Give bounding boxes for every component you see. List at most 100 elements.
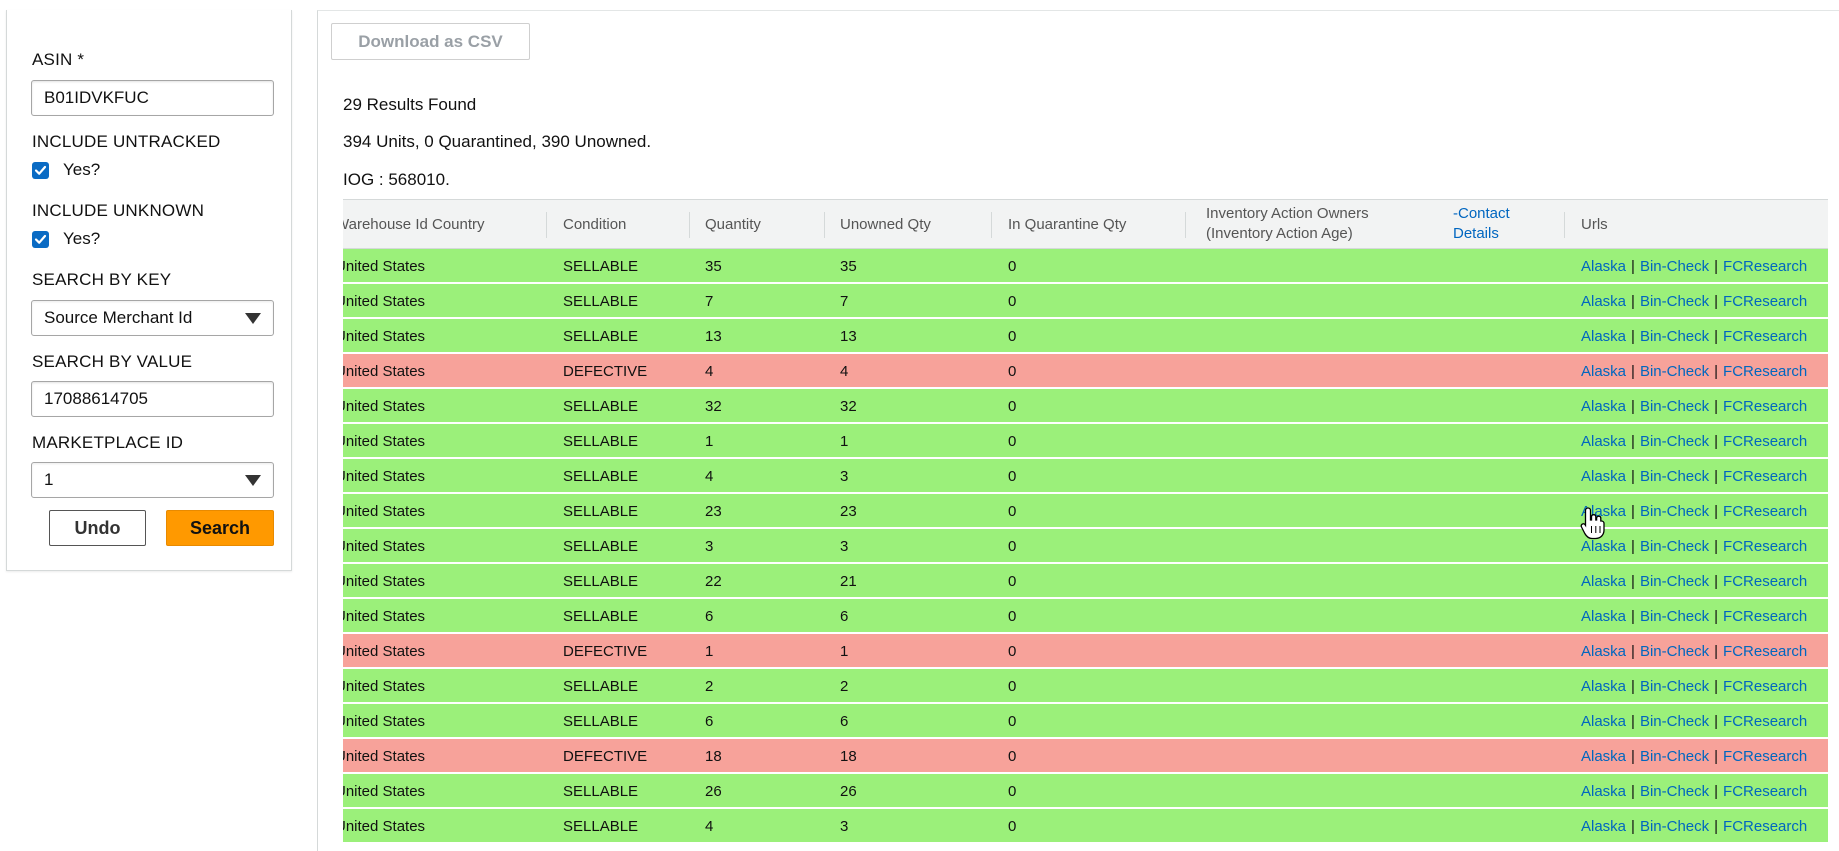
cell-unowned: 3: [840, 817, 849, 835]
alaska-link[interactable]: Alaska: [1581, 398, 1626, 415]
fcresearch-link[interactable]: FCResearch: [1723, 643, 1807, 660]
link-separator: |: [1714, 432, 1719, 450]
alaska-link[interactable]: Alaska: [1581, 363, 1626, 380]
link-separator: |: [1714, 537, 1719, 555]
include-untracked-checkbox[interactable]: [32, 161, 49, 179]
alaska-link[interactable]: Alaska: [1581, 783, 1626, 800]
fcresearch-link[interactable]: FCResearch: [1723, 748, 1807, 765]
alaska-link[interactable]: Alaska: [1581, 538, 1626, 555]
fcresearch-link[interactable]: FCResearch: [1723, 573, 1807, 590]
fcresearch-link[interactable]: FCResearch: [1723, 433, 1807, 450]
fcresearch-link[interactable]: FCResearch: [1723, 818, 1807, 835]
download-csv-button[interactable]: Download as CSV: [331, 23, 530, 60]
bin-check-link[interactable]: Bin-Check: [1640, 748, 1709, 765]
alaska-link[interactable]: Alaska: [1581, 468, 1626, 485]
asin-input[interactable]: [31, 80, 274, 116]
fcresearch-link[interactable]: FCResearch: [1723, 468, 1807, 485]
cell-urls: Alaska | Bin-Check | FCResearch: [1581, 354, 1807, 388]
fcresearch-link[interactable]: FCResearch: [1723, 258, 1807, 275]
alaska-link[interactable]: Alaska: [1581, 748, 1626, 765]
alaska-link[interactable]: Alaska: [1581, 328, 1626, 345]
alaska-link[interactable]: Alaska: [1581, 608, 1626, 625]
undo-button[interactable]: Undo: [49, 510, 146, 546]
cell-quarantine: 0: [1008, 292, 1017, 310]
link-separator: |: [1631, 467, 1635, 485]
search-by-value-input[interactable]: [31, 381, 274, 417]
units-summary-text: 394 Units, 0 Quarantined, 390 Unowned.: [343, 132, 652, 151]
cell-quarantine: 0: [1008, 362, 1017, 380]
alaska-link[interactable]: Alaska: [1581, 433, 1626, 450]
header-unowned[interactable]: Unowned Qty: [840, 200, 931, 248]
cell-quarantine: 0: [1008, 467, 1017, 485]
fcresearch-link[interactable]: FCResearch: [1723, 713, 1807, 730]
header-quantity[interactable]: Quantity: [705, 200, 761, 248]
fcresearch-link[interactable]: FCResearch: [1723, 608, 1807, 625]
bin-check-link[interactable]: Bin-Check: [1640, 573, 1709, 590]
bin-check-link[interactable]: Bin-Check: [1640, 293, 1709, 310]
fcresearch-link[interactable]: FCResearch: [1723, 328, 1807, 345]
header-condition[interactable]: Condition: [563, 200, 626, 248]
bin-check-link[interactable]: Bin-Check: [1640, 258, 1709, 275]
bin-check-link[interactable]: Bin-Check: [1640, 678, 1709, 695]
link-separator: |: [1631, 397, 1635, 415]
bin-check-link[interactable]: Bin-Check: [1640, 363, 1709, 380]
include-unknown-checkbox[interactable]: [32, 230, 49, 248]
include-unknown-option[interactable]: Yes?: [32, 229, 100, 249]
cell-quantity: 3: [705, 537, 714, 555]
fcresearch-link[interactable]: FCResearch: [1723, 293, 1807, 310]
bin-check-link[interactable]: Bin-Check: [1640, 713, 1709, 730]
cell-quantity: 6: [705, 712, 714, 730]
header-urls[interactable]: Urls: [1581, 200, 1608, 248]
search-button[interactable]: Search: [166, 510, 274, 546]
cell-unowned: 35: [840, 257, 857, 275]
bin-check-link[interactable]: Bin-Check: [1640, 643, 1709, 660]
bin-check-link[interactable]: Bin-Check: [1640, 398, 1709, 415]
asin-label: ASIN *: [32, 50, 85, 69]
fcresearch-link[interactable]: FCResearch: [1723, 538, 1807, 555]
include-untracked-option[interactable]: Yes?: [32, 160, 100, 180]
link-separator: |: [1714, 362, 1719, 380]
marketplace-select[interactable]: 1: [31, 462, 274, 498]
header-quarantine[interactable]: In Quarantine Qty: [1008, 200, 1126, 248]
table-row: United States DEFECTIVE 4 4 0 Alaska | Bin-Chec…: [343, 354, 1828, 388]
link-separator: |: [1714, 747, 1719, 765]
fcresearch-link[interactable]: FCResearch: [1723, 678, 1807, 695]
bin-check-link[interactable]: Bin-Check: [1640, 783, 1709, 800]
cell-country: United States: [343, 502, 426, 520]
cell-unowned: 26: [840, 782, 857, 800]
alaska-link[interactable]: Alaska: [1581, 258, 1626, 275]
search-by-key-select[interactable]: Source Merchant Id: [31, 300, 274, 336]
link-separator: |: [1631, 677, 1635, 695]
fcresearch-link[interactable]: FCResearch: [1723, 398, 1807, 415]
cell-urls: Alaska | Bin-Check | FCResearch: [1581, 249, 1807, 283]
fcresearch-link[interactable]: FCResearch: [1723, 363, 1807, 380]
alaska-link[interactable]: Alaska: [1581, 293, 1626, 310]
cell-condition: SELLABLE: [563, 537, 639, 555]
bin-check-link[interactable]: Bin-Check: [1640, 818, 1709, 835]
header-owners[interactable]: Inventory Action Owners (Inventory Actio…: [1206, 200, 1406, 248]
fcresearch-link[interactable]: FCResearch: [1723, 783, 1807, 800]
cell-quarantine: 0: [1008, 572, 1017, 590]
alaska-link[interactable]: Alaska: [1581, 573, 1626, 590]
bin-check-link[interactable]: Bin-Check: [1640, 468, 1709, 485]
bin-check-link[interactable]: Bin-Check: [1640, 608, 1709, 625]
alaska-link[interactable]: Alaska: [1581, 678, 1626, 695]
header-country[interactable]: Warehouse Id Country: [343, 200, 485, 248]
bin-check-link[interactable]: Bin-Check: [1640, 503, 1709, 520]
alaska-link[interactable]: Alaska: [1581, 643, 1626, 660]
contact-details-link[interactable]: -Contact Details: [1453, 200, 1533, 248]
bin-check-link[interactable]: Bin-Check: [1640, 328, 1709, 345]
cell-quantity: 22: [705, 572, 722, 590]
table-row: United States SELLABLE 1 1 0 Alaska | Bin-Check…: [343, 424, 1828, 458]
bin-check-link[interactable]: Bin-Check: [1640, 538, 1709, 555]
cell-condition: SELLABLE: [563, 327, 639, 345]
contact-line1: -Contact: [1453, 205, 1510, 222]
bin-check-link[interactable]: Bin-Check: [1640, 433, 1709, 450]
alaska-link[interactable]: Alaska: [1581, 818, 1626, 835]
cell-quarantine: 0: [1008, 502, 1017, 520]
hand-pointer-icon: [1580, 507, 1605, 540]
link-separator: |: [1714, 397, 1719, 415]
fcresearch-link[interactable]: FCResearch: [1723, 503, 1807, 520]
cell-quantity: 23: [705, 502, 722, 520]
alaska-link[interactable]: Alaska: [1581, 713, 1626, 730]
